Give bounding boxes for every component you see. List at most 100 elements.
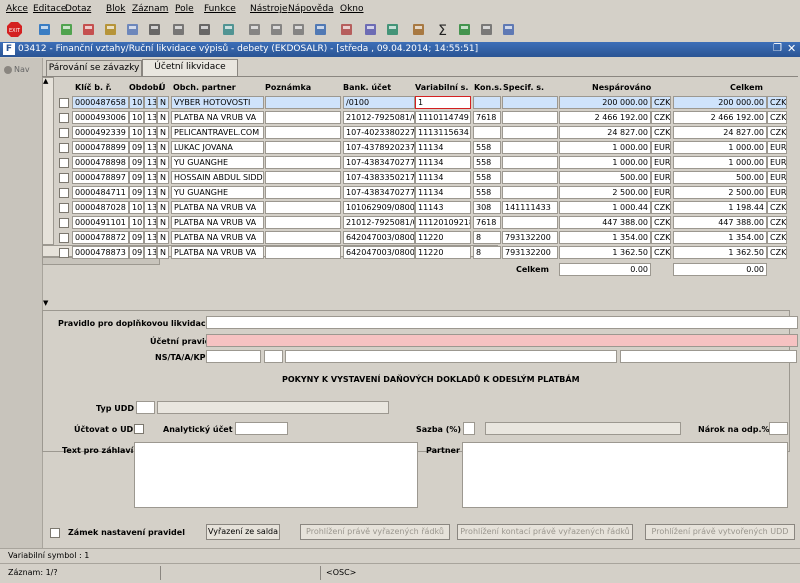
grid-cell-partner[interactable]: PLATBA NA VRUB VA [171,201,264,214]
execute-icon[interactable] [124,21,141,38]
menu-item-0[interactable]: Akce [6,4,28,14]
grid-cell-vs[interactable]: 11143 [415,201,471,214]
typ-udd-desc[interactable] [157,401,389,414]
row-checkbox[interactable] [59,128,69,138]
grid-cell-ss[interactable] [502,141,558,154]
grid-cell-bank[interactable]: 642047003/0800 [343,231,415,244]
grid-cell-klic[interactable]: 0000484711 [72,186,129,199]
grid-cell-r[interactable]: 13 [144,126,157,139]
grid-cell-ks[interactable]: 558 [473,141,501,154]
grid-cell-mena2[interactable]: EUR [767,156,787,169]
zamek-checkbox[interactable] [50,528,60,538]
narok-field[interactable] [769,422,788,435]
grid-cell-nes[interactable]: 1 354.00 [559,231,651,244]
grid-cell-partner[interactable]: YU GUANGHE [171,186,264,199]
ns-field-2[interactable] [264,350,283,363]
attach-icon[interactable] [478,21,495,38]
menu-item-4[interactable]: Záznam [132,4,168,14]
row-checkbox[interactable] [59,218,69,228]
analyticky-field[interactable] [235,422,288,435]
grid-cell-mena[interactable]: EUR [651,156,671,169]
grid-cell-mena[interactable]: CZK [651,201,671,214]
grid-cell-mena2[interactable]: CZK [767,216,787,229]
grid-cell-vs[interactable]: 1110114749 [415,111,471,124]
grid-cell-ss[interactable]: 793132200 [502,246,558,259]
grid-cell-ks[interactable] [473,96,501,109]
grid-cell-obd[interactable]: 09 [129,246,144,259]
menu-item-5[interactable]: Pole [175,4,194,14]
copy-icon[interactable] [268,21,285,38]
grid-cell-obd[interactable]: 10 [129,216,144,229]
row-checkbox[interactable] [59,188,69,198]
grid-cell-r[interactable]: 13 [144,216,157,229]
grid-cell-poz[interactable] [265,171,341,184]
grid-cell-partner[interactable]: YU GUANGHE [171,156,264,169]
grid-cell-cel[interactable]: 1 354.00 [673,231,767,244]
grid-cell-mena[interactable]: CZK [651,126,671,139]
grid-cell-ss[interactable] [502,126,558,139]
grid-cell-nes[interactable]: 1 000.00 [559,141,651,154]
grid-cell-cel[interactable]: 500.00 [673,171,767,184]
grid-cell-bank[interactable]: 642047003/0800 [343,246,415,259]
ucetni-pravidlo-field[interactable] [206,334,798,347]
grid-cell-mena2[interactable]: CZK [767,111,787,124]
grid-cell-poz[interactable] [265,201,341,214]
grid-cell-ks[interactable]: 558 [473,186,501,199]
menu-item-3[interactable]: Blok [106,4,125,14]
scroll-down-icon[interactable]: ▼ [43,299,48,307]
grid-cell-nes[interactable]: 200 000.00 [559,96,651,109]
grid-cell-vs[interactable]: 11220 [415,246,471,259]
grid-cell-poz[interactable] [265,126,341,139]
sazba-desc[interactable] [485,422,681,435]
grid-cell-vs[interactable]: 1 [415,96,471,109]
grid-cell-ss[interactable] [502,186,558,199]
grid-cell-u[interactable]: N [157,216,169,229]
grid-cell-klic[interactable]: 0000491101 [72,216,129,229]
row-checkbox[interactable] [59,173,69,183]
grid-cell-mena2[interactable]: CZK [767,126,787,139]
grid-cell-bank[interactable]: /0100 [343,96,415,109]
grid-cell-nes[interactable]: 447 388.00 [559,216,651,229]
excel-icon[interactable] [456,21,473,38]
grid-cell-klic[interactable]: 0000478872 [72,231,129,244]
grid-cell-ss[interactable]: 141111433 [502,201,558,214]
grid-cell-u[interactable]: N [157,141,169,154]
window-icon[interactable] [500,21,517,38]
add-icon[interactable] [58,21,75,38]
grid-cell-ss[interactable] [502,156,558,169]
grid-cell-nes[interactable]: 1 362.50 [559,246,651,259]
grid-cell-poz[interactable] [265,246,341,259]
mail-icon[interactable] [196,21,213,38]
grid-cell-klic[interactable]: 0000487658 [72,96,129,109]
grid-cell-partner[interactable]: PLATBA NA VRUB VA [171,216,264,229]
ns-field-1[interactable] [206,350,261,363]
grid-cell-klic[interactable]: 0000478898 [72,156,129,169]
grid-cell-ks[interactable]: 558 [473,171,501,184]
grid-cell-obd[interactable]: 10 [129,111,144,124]
row-checkbox[interactable] [59,113,69,123]
grid-cell-klic[interactable]: 0000478897 [72,171,129,184]
menu-item-2[interactable]: Dotaz [65,4,91,14]
grid-cell-r[interactable]: 13 [144,231,157,244]
grid-cell-obd[interactable]: 09 [129,156,144,169]
grid-cell-poz[interactable] [265,111,341,124]
prohlizeni-vyrazenych-button[interactable]: Prohlížení právě vyřazených řádků [300,524,450,540]
grid-cell-partner[interactable]: PELICANTRAVEL.COM [171,126,264,139]
grid-cell-klic[interactable]: 0000492339 [72,126,129,139]
grid-cell-mena2[interactable]: CZK [767,246,787,259]
grid-cell-partner[interactable]: VYBER HOTOVOSTI [171,96,264,109]
grid-cell-ss[interactable] [502,111,558,124]
grid-cell-r[interactable]: 13 [144,156,157,169]
cut-icon[interactable] [246,21,263,38]
grid-cell-r[interactable]: 13 [144,246,157,259]
sum-icon[interactable]: Σ [434,21,451,38]
nav-label[interactable]: Nav [14,65,30,74]
grid-cell-ss[interactable] [502,216,558,229]
grid-cell-mena2[interactable]: EUR [767,171,787,184]
grid-cell-mena2[interactable]: CZK [767,201,787,214]
grid-cell-vs[interactable]: 11220 [415,231,471,244]
grid-cell-u[interactable]: N [157,231,169,244]
paste-icon[interactable] [290,21,307,38]
grid-cell-u[interactable]: N [157,96,169,109]
tools-icon[interactable] [220,21,237,38]
